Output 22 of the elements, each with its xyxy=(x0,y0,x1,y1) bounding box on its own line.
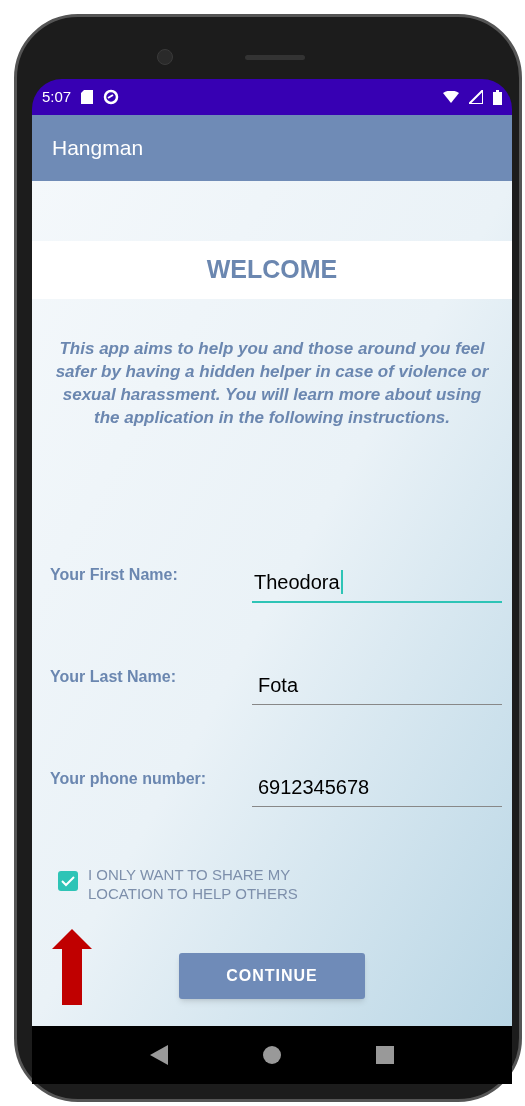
back-icon[interactable] xyxy=(149,1045,168,1065)
text-field[interactable]: Theodora xyxy=(252,563,502,603)
intro-paragraph: This app aims to help you and those around you feel safer by having a hidden helper in case of violence or sexual harassment. You will learn more about using the application in the following instructions. xyxy=(54,338,490,429)
signal-icon xyxy=(469,90,483,104)
speaker-icon xyxy=(245,55,305,60)
camera-icon xyxy=(157,49,173,65)
welcome-heading: WELCOME xyxy=(206,254,338,286)
battery-icon xyxy=(493,89,502,105)
field-label: Your First Name: xyxy=(50,565,179,585)
checkbox-label: I ONLY WANT TO SHARE MY LOCATION TO HELP OTHERS xyxy=(88,865,299,903)
recents-icon[interactable] xyxy=(376,1046,395,1064)
wifi-icon xyxy=(443,91,459,103)
sd-card-icon xyxy=(81,90,94,104)
text-field[interactable]: 6912345678 xyxy=(252,767,502,807)
app-title: Hangman xyxy=(52,135,144,162)
text-field[interactable]: Fota xyxy=(252,665,502,705)
circle-icon xyxy=(103,89,120,105)
field-label: Your phone number: xyxy=(50,769,208,789)
checkbox[interactable] xyxy=(58,871,78,891)
field-label: Your Last Name: xyxy=(50,667,177,687)
status-time: 5:07 xyxy=(42,86,72,107)
home-icon[interactable] xyxy=(263,1046,281,1064)
